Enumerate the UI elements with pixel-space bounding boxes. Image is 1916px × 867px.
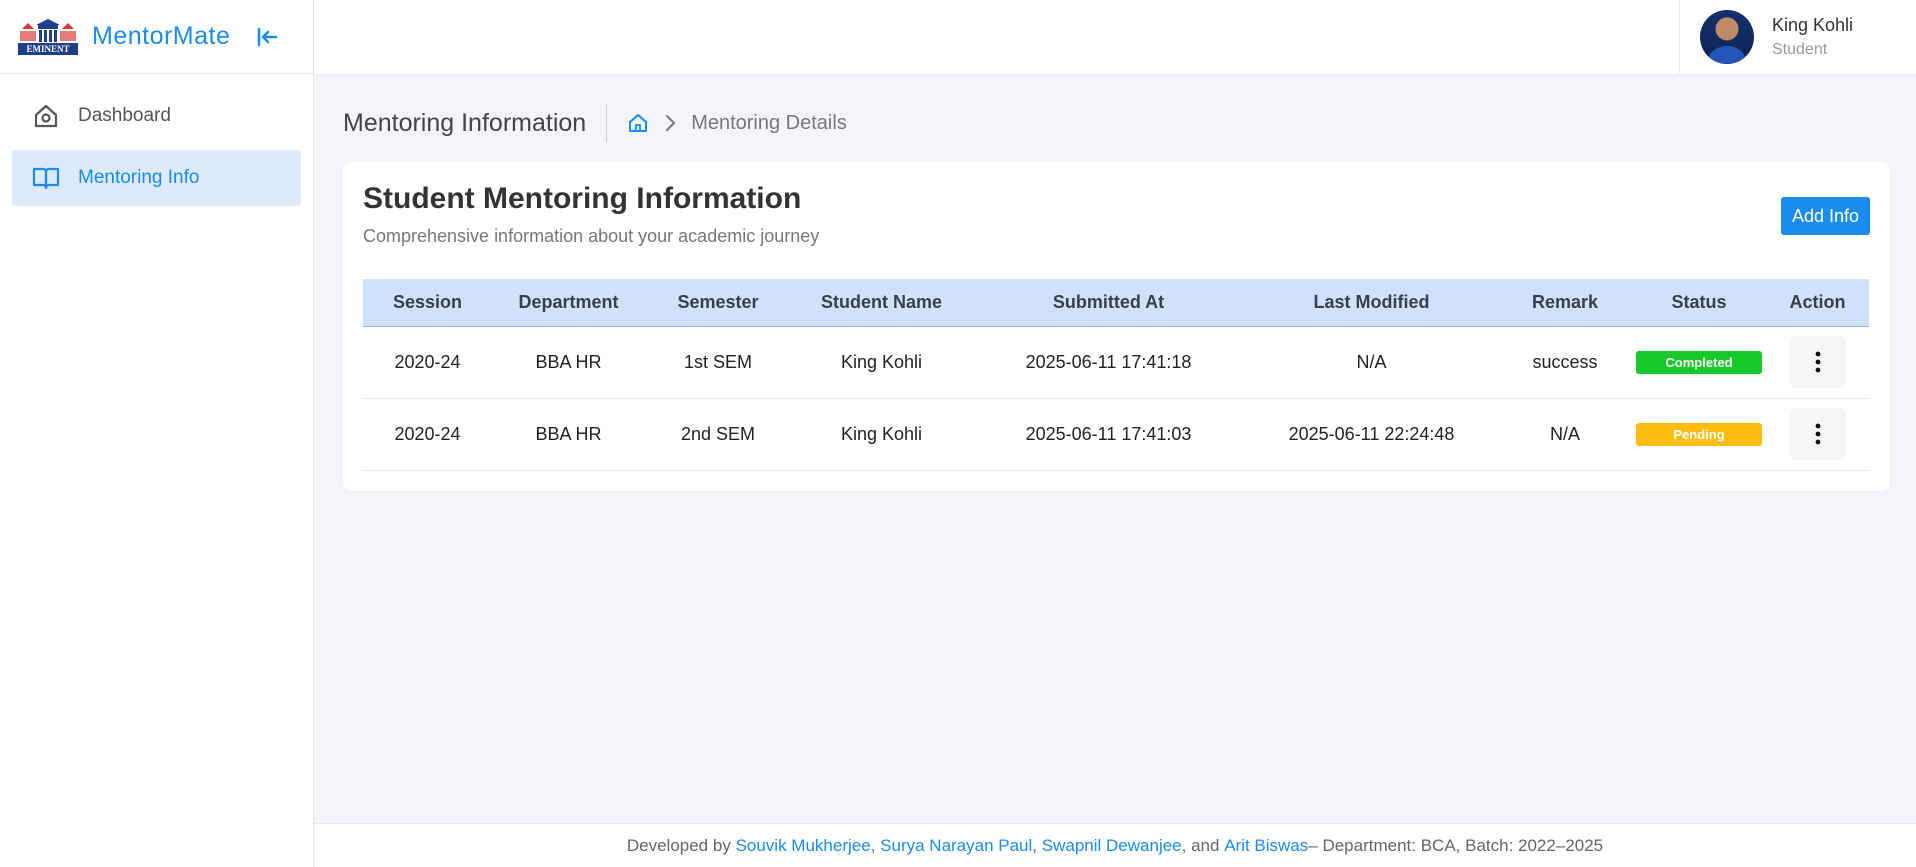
breadcrumb-divider <box>606 104 608 142</box>
column-header: Status <box>1632 279 1766 327</box>
breadcrumb-current: Mentoring Details <box>691 111 847 134</box>
user-role: Student <box>1772 41 1828 58</box>
cell-student-name: King Kohli <box>791 398 972 471</box>
home-icon[interactable] <box>627 112 649 134</box>
table-row: 2020-24 BBA HR 1st SEM King Kohli 2025-0… <box>363 326 1869 399</box>
book-icon <box>32 164 60 192</box>
footer-prefix: Developed by <box>626 835 731 855</box>
developer-link[interactable]: Arit Biswas <box>1224 836 1308 856</box>
column-header: Action <box>1766 279 1869 327</box>
page-title: Mentoring Information <box>343 108 587 137</box>
footer-separator: , and <box>1181 835 1220 855</box>
cell-student-name: King Kohli <box>791 326 972 399</box>
cell-remark: N/A <box>1498 398 1632 471</box>
status-badge: Completed <box>1636 350 1762 374</box>
cell-action <box>1766 326 1869 399</box>
cell-last-modified: N/A <box>1245 326 1498 399</box>
sidebar-item-label: Mentoring Info <box>78 167 200 188</box>
column-header: Semester <box>645 279 791 327</box>
home-icon <box>32 102 60 130</box>
developer-link[interactable]: Swapnil Dewanjee <box>1042 836 1182 856</box>
sidebar-item-label: Dashboard <box>78 105 171 126</box>
column-header: Remark <box>1498 279 1632 327</box>
developer-link[interactable]: Souvik Mukherjee <box>736 836 871 856</box>
column-header: Student Name <box>791 279 972 327</box>
table-header-row: Session Department Semester Student Name… <box>363 279 1869 327</box>
column-header: Last Modified <box>1245 279 1498 327</box>
cell-action <box>1766 398 1869 471</box>
logo-text: EMINENT <box>26 44 69 54</box>
cell-status: Pending <box>1632 398 1766 471</box>
mentoring-table: Session Department Semester Student Name… <box>363 279 1869 471</box>
column-header: Department <box>492 279 645 327</box>
cell-submitted-at: 2025-06-11 17:41:03 <box>972 398 1245 471</box>
footer: Developed by Souvik Mukherjee, Surya Nar… <box>314 823 1916 867</box>
card-title: Student Mentoring Information <box>363 182 802 215</box>
cell-department: BBA HR <box>492 398 645 471</box>
collapse-left-icon <box>258 27 278 46</box>
avatar <box>1700 10 1754 64</box>
cell-session: 2020-24 <box>363 326 492 399</box>
sidebar: EMINENT MentorMate Dashboard Mentoring I… <box>0 0 314 867</box>
column-header: Session <box>363 279 492 327</box>
eminent-logo: EMINENT <box>18 18 78 55</box>
brand: EMINENT MentorMate <box>0 0 313 74</box>
cell-semester: 1st SEM <box>645 326 791 399</box>
top-header: King Kohli Student <box>314 0 1916 74</box>
cell-submitted-at: 2025-06-11 17:41:18 <box>972 326 1245 399</box>
more-vertical-icon <box>1815 423 1820 445</box>
cell-last-modified: 2025-06-11 22:24:48 <box>1245 398 1498 471</box>
chevron-right-icon <box>666 115 676 131</box>
sidebar-item-mentoring-info[interactable]: Mentoring Info <box>12 150 301 206</box>
user-profile[interactable]: King Kohli Student <box>1679 0 1916 74</box>
cell-semester: 2nd SEM <box>645 398 791 471</box>
breadcrumb: Mentoring Information Mentoring Details <box>343 104 847 142</box>
status-badge: Pending <box>1636 422 1762 446</box>
cell-department: BBA HR <box>492 326 645 399</box>
table-row: 2020-24 BBA HR 2nd SEM King Kohli 2025-0… <box>363 398 1869 471</box>
cell-remark: success <box>1498 326 1632 399</box>
collapse-sidebar-button[interactable] <box>254 24 280 50</box>
row-action-button[interactable] <box>1789 336 1846 388</box>
row-action-button[interactable] <box>1789 408 1846 460</box>
footer-separator: , <box>870 835 876 855</box>
sidebar-item-dashboard[interactable]: Dashboard <box>12 88 301 144</box>
footer-suffix: – Department: BCA, Batch: 2022–2025 <box>1308 835 1604 855</box>
column-header: Submitted At <box>972 279 1245 327</box>
sidebar-nav: Dashboard Mentoring Info <box>0 74 313 226</box>
developer-link[interactable]: Surya Narayan Paul <box>880 836 1032 856</box>
user-name: King Kohli <box>1772 15 1854 35</box>
add-info-button[interactable]: Add Info <box>1780 197 1870 235</box>
mentoring-card: Student Mentoring Information Comprehens… <box>343 162 1890 491</box>
more-vertical-icon <box>1815 351 1820 373</box>
cell-session: 2020-24 <box>363 398 492 471</box>
footer-separator: , <box>1032 835 1038 855</box>
cell-status: Completed <box>1632 326 1766 399</box>
app-name: MentorMate <box>92 22 231 50</box>
card-subtitle: Comprehensive information about your aca… <box>363 226 820 246</box>
